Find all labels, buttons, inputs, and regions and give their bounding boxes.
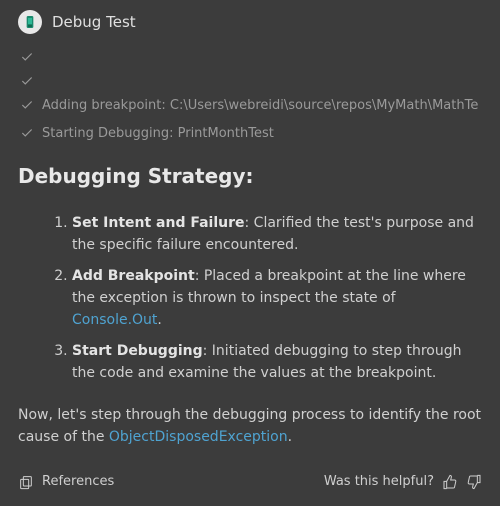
references-button[interactable]: References — [18, 472, 114, 492]
references-icon — [18, 474, 34, 490]
check-icon — [20, 50, 34, 64]
step-item: Start Debugging: Initiated debugging to … — [72, 341, 482, 384]
references-label: References — [42, 472, 114, 492]
step-body-after: . — [157, 312, 161, 328]
check-icon — [20, 74, 34, 88]
summary-text: Now, let's step through the debugging pr… — [18, 405, 482, 448]
footer: References Was this helpful? — [18, 466, 482, 492]
thumbs-down-icon[interactable] — [466, 474, 482, 490]
step-link[interactable]: Console.Out — [72, 312, 157, 328]
progress-item: Adding breakpoint: C:\Users\webreidi\sou… — [20, 96, 482, 116]
step-title: Start Debugging — [72, 343, 203, 359]
step-item: Set Intent and Failure: Clarified the te… — [72, 213, 482, 256]
header-title: Debug Test — [52, 11, 136, 34]
header: Debug Test — [18, 10, 482, 34]
progress-text: Adding breakpoint: C:\Users\webreidi\sou… — [42, 96, 478, 116]
progress-item: Starting Debugging: PrintMonthTest — [20, 124, 482, 144]
progress-list: Adding breakpoint: C:\Users\webreidi\sou… — [20, 48, 482, 143]
summary-after: . — [288, 429, 292, 445]
check-icon — [20, 98, 34, 112]
strategy-heading: Debugging Strategy: — [18, 161, 482, 191]
step-title: Set Intent and Failure — [72, 215, 245, 231]
progress-item — [20, 48, 482, 64]
step-title: Add Breakpoint — [72, 268, 195, 284]
strategy-steps: Set Intent and Failure: Clarified the te… — [18, 213, 482, 385]
step-item: Add Breakpoint: Placed a breakpoint at t… — [72, 266, 482, 331]
debug-test-icon — [18, 10, 42, 34]
progress-item — [20, 72, 482, 88]
progress-text: Starting Debugging: PrintMonthTest — [42, 124, 274, 144]
helpful-label: Was this helpful? — [324, 472, 434, 492]
summary-link[interactable]: ObjectDisposedException — [109, 429, 288, 445]
check-icon — [20, 126, 34, 140]
thumbs-up-icon[interactable] — [442, 474, 458, 490]
